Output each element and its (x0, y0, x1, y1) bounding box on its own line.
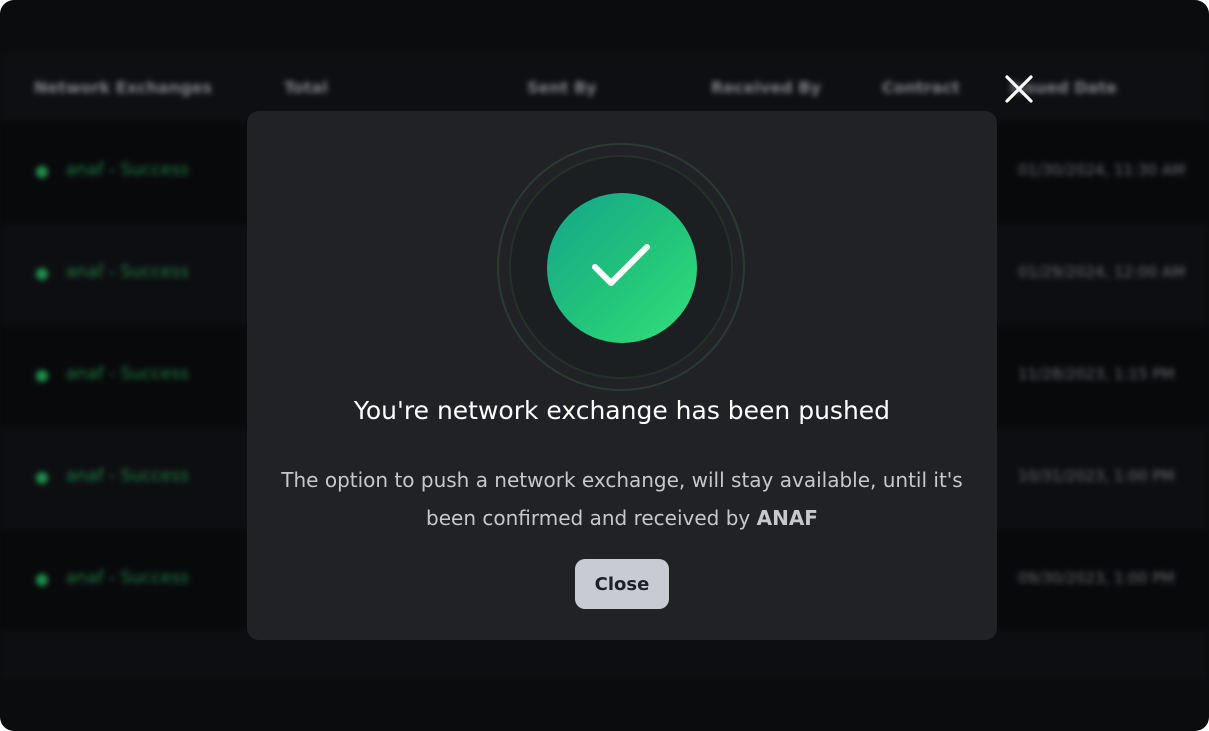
issued-date: 09/30/2023, 1:00 PM (1018, 569, 1175, 587)
issued-date: 10/31/2023, 1:00 PM (1018, 467, 1175, 485)
status-text: anaf - Success (66, 262, 189, 282)
status-text: anaf - Success (66, 160, 189, 180)
status-dot (36, 166, 48, 178)
column-header: Sent By (527, 78, 597, 97)
status-dot (36, 472, 48, 484)
success-badge (547, 193, 697, 343)
column-header: Contract (882, 78, 960, 97)
column-header: Received By (711, 78, 821, 97)
column-header: Total (284, 78, 328, 97)
column-header: Network Exchanges (34, 78, 212, 97)
app-window: Network Exchanges Total Sent By Received… (0, 0, 1209, 731)
checkmark-icon (592, 244, 650, 286)
status-dot (36, 268, 48, 280)
close-icon[interactable] (1001, 71, 1037, 107)
status-dot (36, 574, 48, 586)
status-text: anaf - Success (66, 568, 189, 588)
status-dot (36, 370, 48, 382)
status-text: anaf - Success (66, 466, 189, 486)
status-text: anaf - Success (66, 364, 189, 384)
success-modal: You're network exchange has been pushed … (247, 111, 997, 640)
close-button[interactable]: Close (575, 559, 669, 609)
modal-description: The option to push a network exchange, w… (277, 461, 967, 537)
issued-date: 01/30/2024, 11:30 AM (1018, 161, 1186, 179)
modal-title: You're network exchange has been pushed (353, 396, 891, 425)
description-text: The option to push a network exchange, w… (281, 468, 963, 530)
description-emphasis: ANAF (756, 506, 818, 530)
issued-date: 01/29/2024, 12:00 AM (1018, 263, 1186, 281)
issued-date: 11/28/2023, 1:15 PM (1018, 365, 1175, 383)
